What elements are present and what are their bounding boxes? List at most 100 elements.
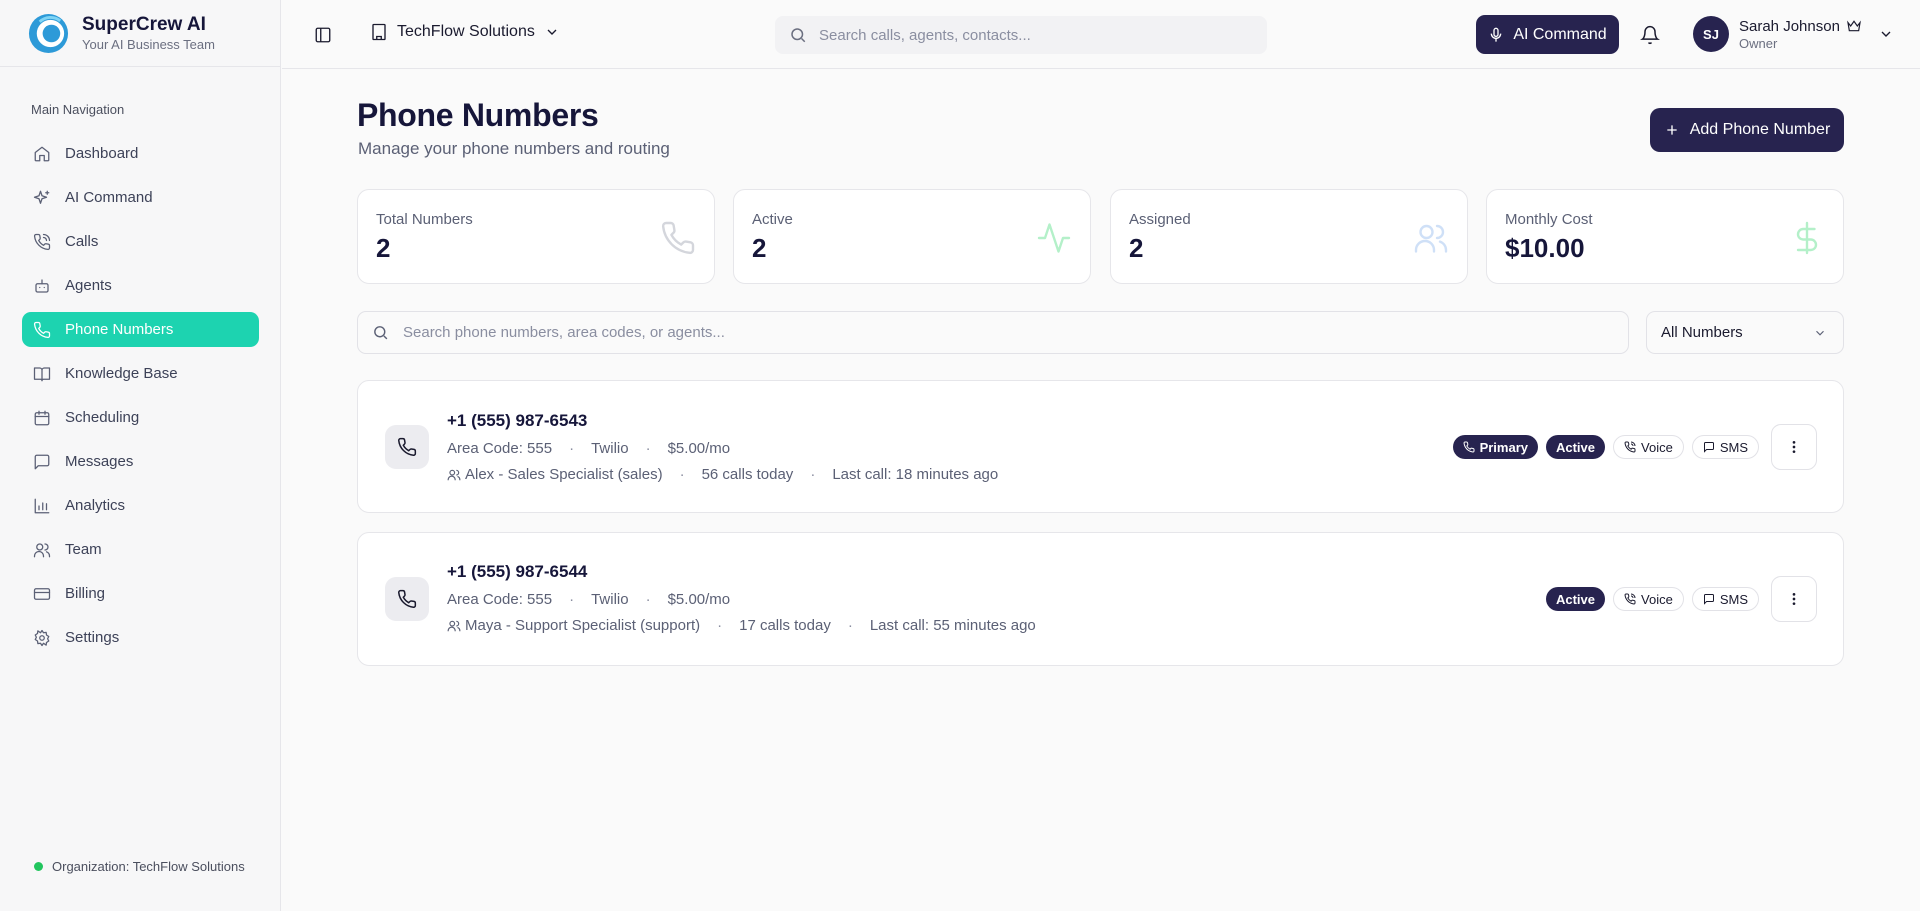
monthly-price: $5.00/mo [667,591,731,608]
sidebar-item-settings[interactable]: Settings [22,620,259,655]
book-icon [33,366,51,381]
sidebar-item-messages[interactable]: Messages [22,444,259,479]
chevron-down-icon [1881,31,1891,37]
stat-value: 2 [376,233,391,263]
phone-number-card[interactable]: +1 (555) 987-6544 Area Code: 555 · Twilio… [357,532,1844,666]
phone-search-input[interactable] [403,324,1403,341]
sidebar-item-label: Agents [65,277,112,294]
assigned-agent: Maya - Support Specialist (support) [465,617,701,634]
stat-value: 2 [752,233,767,263]
stat-label: Assigned [1129,211,1191,228]
credit-card-icon [33,587,51,600]
add-phone-number-button[interactable]: Add Phone Number [1650,108,1844,152]
phone-call-icon [1624,593,1636,605]
phone-call-icon [1624,441,1636,453]
status-badge: Active [1545,587,1606,611]
sidebar: SuperCrew AI Your AI Business Team Main … [0,0,281,911]
sidebar-toggle-icon[interactable] [314,26,332,44]
phone-icon [1463,441,1475,453]
phone-icon [398,437,417,456]
dollar-icon [1796,221,1818,255]
sidebar-item-ai-command[interactable]: AI Command [22,180,259,215]
page-title: Phone Numbers [357,97,599,133]
stat-card-monthly-cost: Monthly Cost $10.00 [1486,189,1844,284]
voice-badge: Voice [1613,435,1684,459]
sidebar-item-calls[interactable]: Calls [22,224,259,259]
last-call: Last call: 55 minutes ago [869,617,1036,634]
number-usage: Alex - Sales Specialist (sales) · 56 call… [447,466,998,483]
calendar-icon [34,410,50,425]
sidebar-item-team[interactable]: Team [22,532,259,567]
more-actions-button[interactable] [1771,576,1817,622]
org-footer-label: Organization: TechFlow Solutions [52,859,245,874]
org-name: TechFlow Solutions [397,23,535,40]
monthly-price: $5.00/mo [667,440,731,457]
add-phone-number-label: Add Phone Number [1689,121,1831,138]
ai-command-label: AI Command [1513,25,1607,43]
activity-icon [1037,223,1071,253]
ai-command-button[interactable]: AI Command [1476,15,1619,54]
bell-icon[interactable] [1640,25,1660,45]
sms-label: SMS [1719,439,1748,455]
voice-label: Voice [1641,591,1673,607]
search-icon [791,28,806,43]
sidebar-item-dashboard[interactable]: Dashboard [22,136,259,171]
sidebar-item-billing[interactable]: Billing [22,576,259,611]
user-role: Owner [1739,35,1778,51]
phone-search[interactable] [357,311,1629,354]
plus-icon [1667,125,1677,135]
calls-today: 17 calls today [739,617,831,634]
voice-label: Voice [1641,439,1673,455]
chevron-down-icon [1816,330,1824,336]
number-meta: Area Code: 555 · Twilio · $5.00/mo [447,591,731,608]
brand-tagline: Your AI Business Team [82,36,215,52]
number-filter-select[interactable]: All Numbers [1646,311,1844,354]
phone-icon-box [385,425,429,469]
sidebar-item-label: Settings [65,629,120,646]
sidebar-item-label: Analytics [65,497,126,514]
stat-label: Monthly Cost [1505,211,1593,228]
user-menu[interactable]: SJ Sarah Johnson Owner [1693,16,1894,52]
primary-badge: Primary [1452,435,1538,459]
voice-badge: Voice [1613,587,1684,611]
main-nav: Dashboard AI Command Calls Agents Phone … [22,136,259,664]
nav-heading: Main Navigation [31,102,125,117]
users-icon [447,620,461,631]
global-search[interactable] [775,16,1267,54]
org-switcher[interactable]: TechFlow Solutions [370,23,560,41]
sidebar-item-analytics[interactable]: Analytics [22,488,259,523]
assigned-agent: Alex - Sales Specialist (sales) [465,466,663,483]
bot-icon [35,278,49,293]
phone-icon-box [385,577,429,621]
global-search-input[interactable] [819,26,1239,44]
users-icon [1414,224,1448,253]
brand-logo-icon [28,13,69,53]
sparkles-icon [33,190,50,204]
user-name: Sarah Johnson [1739,17,1840,35]
phone-number: +1 (555) 987-6543 [447,411,588,430]
search-icon [374,326,388,340]
calls-today: 56 calls today [701,466,794,483]
phone-call-icon [33,233,51,250]
org-footer: Organization: TechFlow Solutions [34,859,245,874]
sidebar-item-agents[interactable]: Agents [22,268,259,303]
area-code: Area Code: 555 [447,591,553,608]
users-icon [447,469,461,480]
sidebar-item-knowledge-base[interactable]: Knowledge Base [22,356,259,391]
area-code: Area Code: 555 [447,440,553,457]
sidebar-item-scheduling[interactable]: Scheduling [22,400,259,435]
brand[interactable]: SuperCrew AI Your AI Business Team [0,0,280,67]
users-icon [33,542,51,557]
chevron-down-icon [547,29,557,35]
sidebar-item-phone-numbers[interactable]: Phone Numbers [22,312,259,347]
message-icon [1703,442,1714,453]
stat-card-active: Active 2 [733,189,1091,284]
sidebar-item-label: AI Command [65,189,153,206]
phone-number-card[interactable]: +1 (555) 987-6543 Area Code: 555 · Twilio… [357,380,1844,513]
more-actions-button[interactable] [1771,424,1817,470]
badge-group: Primary Active Voice SMS [1452,435,1759,459]
filter-selected: All Numbers [1661,324,1743,341]
status-badge: Active [1545,435,1606,459]
sidebar-item-label: Scheduling [65,409,140,426]
stat-label: Total Numbers [376,211,473,228]
